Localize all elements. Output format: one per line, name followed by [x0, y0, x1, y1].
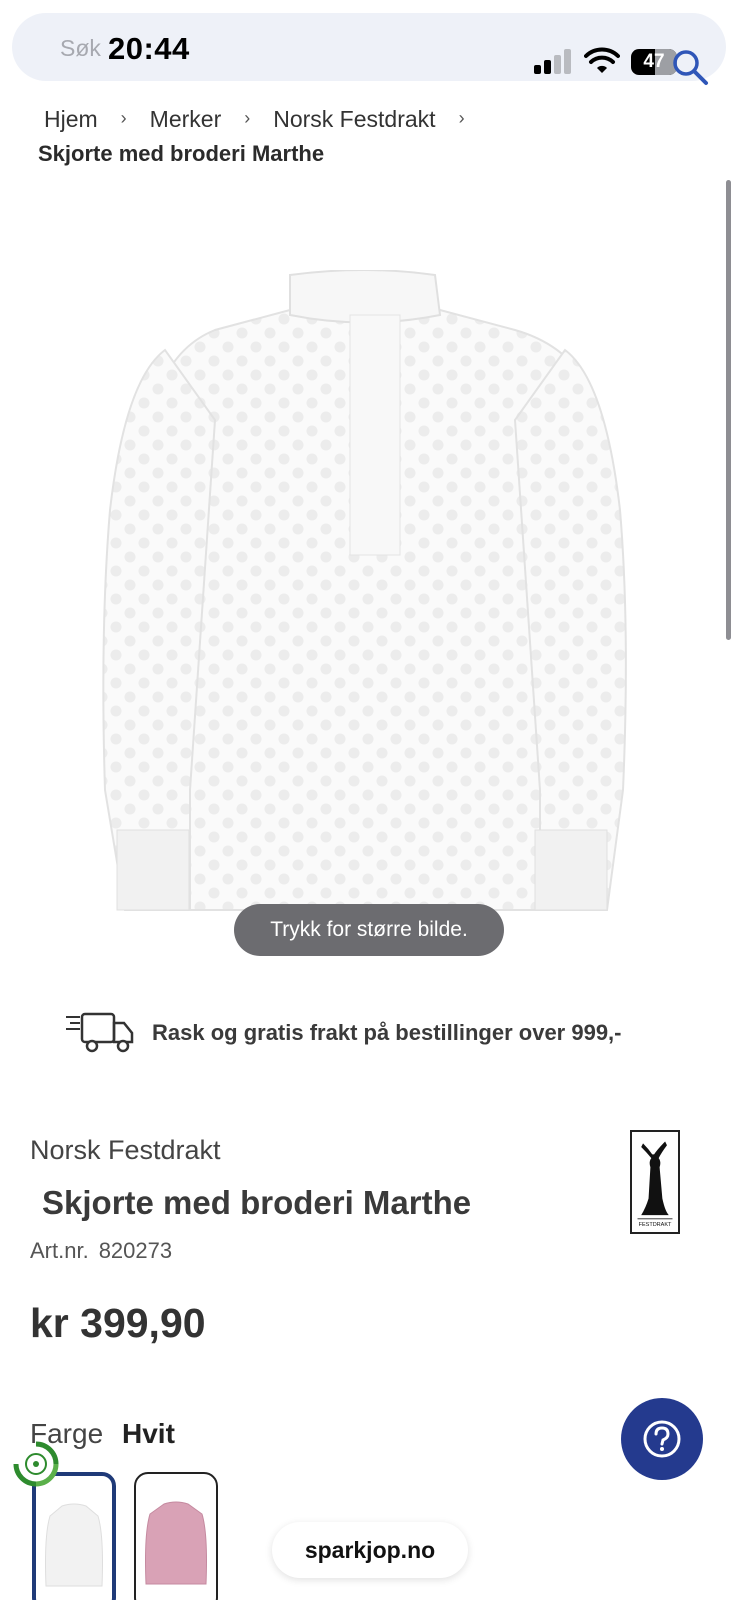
truck-icon [66, 1012, 134, 1053]
question-icon [643, 1420, 681, 1458]
article-number-value: 820273 [98, 1238, 173, 1263]
chevron-right-icon: › [244, 108, 251, 128]
brand-logo-text: FESTDRAKT [639, 1222, 672, 1228]
chevron-right-icon: › [458, 108, 465, 128]
breadcrumb: Hjem › Merker › Norsk Festdrakt › [44, 106, 488, 133]
search-icon[interactable] [670, 47, 710, 87]
zoom-hint[interactable]: Trykk for større bilde. [234, 904, 504, 956]
product-brand[interactable]: Norsk Festdrakt [30, 1135, 221, 1166]
status-time: 20:44 [108, 31, 190, 66]
browser-url[interactable]: sparkjop.no [272, 1522, 468, 1578]
breadcrumb-current: Skjorte med broderi Marthe [38, 141, 325, 166]
chevron-right-icon: › [120, 108, 127, 128]
product-title: Skjorte med broderi Marthe [42, 1184, 472, 1221]
eco-badge-icon[interactable] [12, 1440, 60, 1488]
swatch-pink-image [145, 1501, 207, 1585]
shipping-info: Rask og gratis frakt på bestillinger ove… [64, 1008, 622, 1058]
wifi-icon [584, 47, 620, 73]
signal-icon [534, 49, 574, 74]
shipping-text: Rask og gratis frakt på bestillinger ove… [152, 1020, 622, 1045]
search-placeholder: Søk [60, 35, 101, 61]
breadcrumb-item-brands[interactable]: Merker [150, 106, 222, 133]
product-price: kr 399,90 [30, 1300, 206, 1346]
search-bar[interactable]: Søk 20:44 47 [12, 13, 726, 85]
breadcrumb-item-home[interactable]: Hjem [44, 106, 98, 133]
breadcrumb-item-norsk-festdrakt[interactable]: Norsk Festdrakt [273, 106, 435, 133]
swatch-white-image [45, 1503, 103, 1587]
article-number-label: Art.nr. [30, 1238, 89, 1263]
color-swatch-white[interactable] [32, 1472, 116, 1600]
article-number: Art.nr. 820273 [30, 1238, 172, 1264]
color-swatch-pink[interactable] [134, 1472, 218, 1600]
brand-logo[interactable]: FESTDRAKT [630, 1130, 680, 1234]
scrollbar[interactable] [726, 180, 731, 640]
product-image[interactable] [95, 270, 635, 940]
color-value: Hvit [122, 1418, 175, 1449]
help-button[interactable] [621, 1398, 703, 1480]
